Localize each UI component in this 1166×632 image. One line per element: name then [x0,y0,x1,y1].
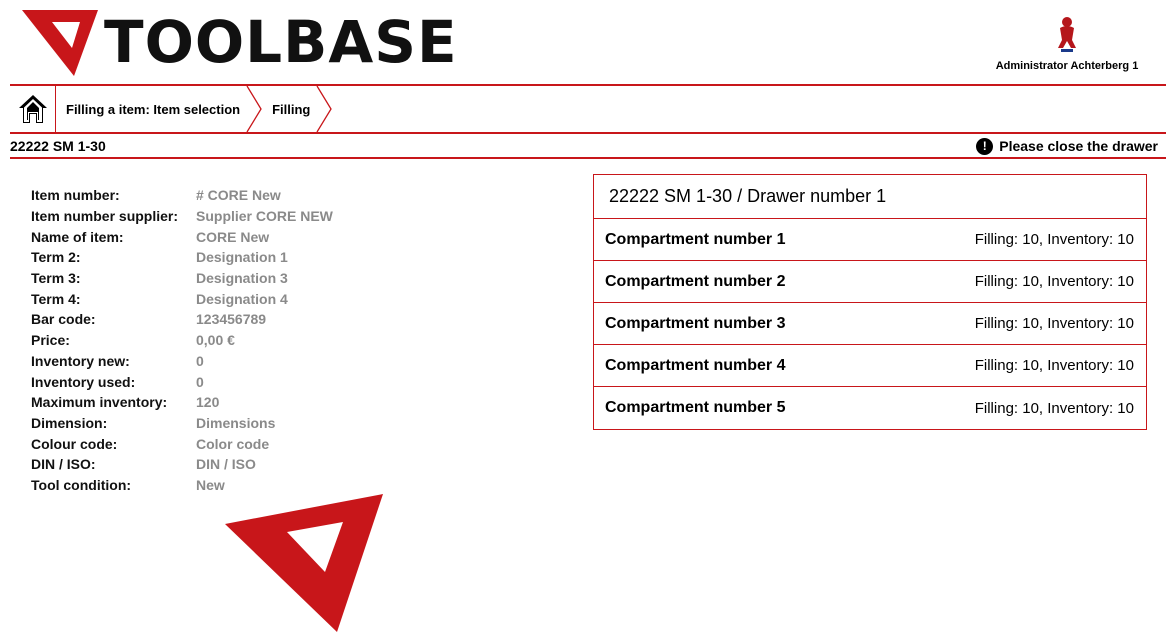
detail-value: 0 [196,352,204,369]
detail-row: Inventory used: 0 [31,371,333,392]
detail-label: Colour code: [31,435,118,452]
cabinet-title: 22222 SM 1-30 [10,138,106,154]
detail-row: Inventory new: 0 [31,351,333,372]
compartment-info: Filling: 10, Inventory: 10 [974,231,1134,248]
drawer-title: 22222 SM 1-30 / Drawer number 1 [594,175,1146,219]
detail-label: Bar code: [31,311,96,328]
compartment-row[interactable]: Compartment number 2 Filling: 10, Invent… [594,261,1146,303]
detail-value: Supplier CORE NEW [196,208,333,225]
compartment-info: Filling: 10, Inventory: 10 [974,399,1134,417]
detail-value: Color code [196,435,270,452]
detail-value: New [196,476,225,493]
brand-triangle-icon [225,494,383,632]
detail-value: # CORE New [196,187,281,204]
exclamation-icon: ! [976,137,994,155]
status-message-text: Please close the drawer [999,138,1158,154]
detail-value: Designation 4 [196,290,288,307]
detail-row: Item number supplier: Supplier CORE NEW [31,206,333,227]
detail-value: 123456789 [196,311,267,328]
compartment-row[interactable]: Compartment number 3 Filling: 10, Invent… [594,303,1146,345]
user-name: Administrator Achterberg 1 [995,60,1139,72]
compartment-name: Compartment number 2 [605,272,786,290]
compartment-info: Filling: 10, Inventory: 10 [974,315,1134,332]
detail-label: Inventory new: [31,352,130,369]
detail-value: DIN / ISO [196,456,256,473]
detail-row: Tool condition: New [31,475,333,496]
detail-value: CORE New [196,228,270,245]
breadcrumb-label: Filling a item: Item selection [66,101,241,117]
subbar-divider [10,157,1166,159]
detail-label: Dimension: [31,414,108,431]
breadcrumb-item-filling[interactable]: Filling [262,86,333,132]
compartment-name: Compartment number 1 [605,230,786,248]
item-details: Item number: # CORE New Item number suppl… [31,185,333,495]
detail-row: Term 2: Designation 1 [31,247,333,268]
detail-label: Term 3: [31,270,81,287]
compartment-row[interactable]: Compartment number 1 Filling: 10, Invent… [594,219,1146,261]
compartment-name: Compartment number 5 [605,399,786,416]
detail-label: Term 2: [31,249,81,266]
compartment-name: Compartment number 3 [605,314,786,332]
home-button[interactable] [10,86,56,132]
home-icon [18,95,47,123]
detail-row: Term 4: Designation 4 [31,288,333,309]
compartment-info: Filling: 10, Inventory: 10 [974,273,1134,290]
detail-label: Inventory used: [31,373,136,390]
detail-row: Bar code: 123456789 [31,309,333,330]
detail-label: Item number: [31,187,120,204]
detail-row: Colour code: Color code [31,433,333,454]
user-avatar-icon [1058,17,1076,52]
compartment-info: Filling: 10, Inventory: 10 [974,357,1134,374]
logo-text: TOOLBASE [104,8,458,76]
detail-value: Designation 1 [196,249,288,266]
breadcrumb-label: Filling [272,101,311,117]
detail-label: Tool condition: [31,476,132,493]
detail-row: Dimension: Dimensions [31,413,333,434]
cabinet-bar: 22222 SM 1-30 ! Please close the drawer [10,136,1158,156]
detail-label: Maximum inventory: [31,394,168,411]
chevron-right-icon [246,86,262,132]
detail-value: Dimensions [196,414,276,431]
detail-value: Designation 3 [196,270,288,287]
detail-label: DIN / ISO: [31,456,96,473]
compartment-name: Compartment number 4 [605,356,786,374]
user-profile[interactable]: Administrator Achterberg 1 [982,14,1152,72]
breadcrumb-divider [10,132,1166,134]
detail-value: 120 [196,394,220,411]
detail-label: Name of item: [31,228,124,245]
detail-value: 0 [196,373,204,390]
compartment-row[interactable]: Compartment number 5 Filling: 10, Invent… [594,387,1146,429]
detail-label: Item number supplier: [31,208,179,225]
detail-value: 0,00 € [196,332,235,349]
detail-label: Price: [31,332,70,349]
detail-row: Price: 0,00 € [31,330,333,351]
detail-row: Maximum inventory: 120 [31,392,333,413]
chevron-right-icon [316,86,333,132]
detail-row: Term 3: Designation 3 [31,268,333,289]
breadcrumb: Filling a item: Item selection Filling [10,86,333,132]
breadcrumb-item-selection[interactable]: Filling a item: Item selection [56,86,262,132]
detail-row: Item number: # CORE New [31,185,333,206]
compartment-row[interactable]: Compartment number 4 Filling: 10, Invent… [594,345,1146,387]
detail-row: Name of item: CORE New [31,226,333,247]
drawer-panel: 22222 SM 1-30 / Drawer number 1 Compartm… [593,174,1147,430]
detail-label: Term 4: [31,290,81,307]
detail-row: DIN / ISO: DIN / ISO [31,454,333,475]
status-message: ! Please close the drawer [976,137,1158,155]
app-logo: TOOLBASE [22,8,458,76]
logo-triangle-icon [22,10,98,76]
